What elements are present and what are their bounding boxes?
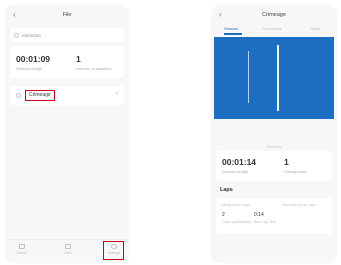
top-bar: ‹ Crimeage (212, 6, 336, 24)
session-stats: 00:01:14 Session length 1 Checkpoints (216, 151, 332, 181)
back-button[interactable]: ‹ (13, 9, 16, 21)
laps-header-left: Measured in Laps (222, 203, 250, 207)
top-bar: ‹ File (6, 6, 128, 24)
overview-hint: Overview (266, 145, 282, 149)
nav-label-files: Files (64, 251, 72, 255)
total-laps-label: Total Laps/Session (222, 220, 252, 224)
crimeage-screen: ‹ Crimeage Session Comments Share Overvi… (212, 6, 336, 262)
file-screen: ‹ File Metadata 00:01:09 Session length … (6, 6, 128, 262)
nav-label-home: Home (17, 251, 27, 255)
page-title: File (62, 12, 72, 18)
session-count-label: Number of sessions (76, 66, 112, 71)
session-length-value: 00:01:09 (16, 54, 51, 64)
nav-item-home[interactable]: Home (13, 244, 31, 258)
checkpoints-value: 1 (284, 157, 289, 167)
best-lap-value: 0:14 (254, 212, 264, 218)
home-icon (19, 244, 25, 249)
session-graph[interactable] (214, 37, 334, 119)
laps-card: Measured in Laps Show info for all Laps … (216, 198, 332, 234)
settings-highlight (103, 241, 124, 260)
back-button[interactable]: ‹ (219, 9, 222, 21)
session-length-value: 00:01:14 (222, 157, 257, 167)
total-laps-value: 2 (222, 212, 225, 218)
session-count-value: 1 (76, 54, 81, 64)
laps-header-right[interactable]: Show info for all Laps (282, 203, 315, 207)
tab-comments[interactable]: Comments (262, 26, 281, 31)
tab-share[interactable]: Share (310, 26, 321, 31)
metadata-label: Metadata (22, 32, 41, 38)
tab-session[interactable]: Session (224, 26, 238, 31)
graph-line-marker (277, 45, 279, 111)
session-icon (16, 93, 21, 98)
session-item-crimeage[interactable]: Crimeage › (10, 86, 124, 105)
session-stats: 00:01:09 Session length 1 Number of sess… (10, 46, 124, 78)
graph-line (248, 51, 249, 103)
nav-item-files[interactable]: Files (59, 244, 77, 258)
checkpoints-label: Checkpoints (284, 169, 307, 174)
tab-bar: Session Comments Share (212, 24, 336, 36)
active-tab-indicator (224, 33, 242, 35)
bottom-nav: Home Files Settings (6, 239, 128, 262)
metadata-row[interactable]: Metadata (10, 28, 124, 42)
info-icon (14, 32, 19, 38)
laps-heading: Laps (220, 187, 233, 193)
canvas: ‹ File Metadata 00:01:09 Session length … (0, 0, 341, 265)
best-lap-label: Best Lap Time (254, 220, 277, 224)
chevron-right-icon: › (116, 91, 118, 97)
session-length-label: Session length (222, 169, 249, 174)
session-name-highlight[interactable]: Crimeage (25, 90, 55, 101)
session-length-label: Session length (16, 66, 43, 71)
page-title: Crimeage (262, 12, 286, 18)
folder-icon (65, 244, 71, 249)
